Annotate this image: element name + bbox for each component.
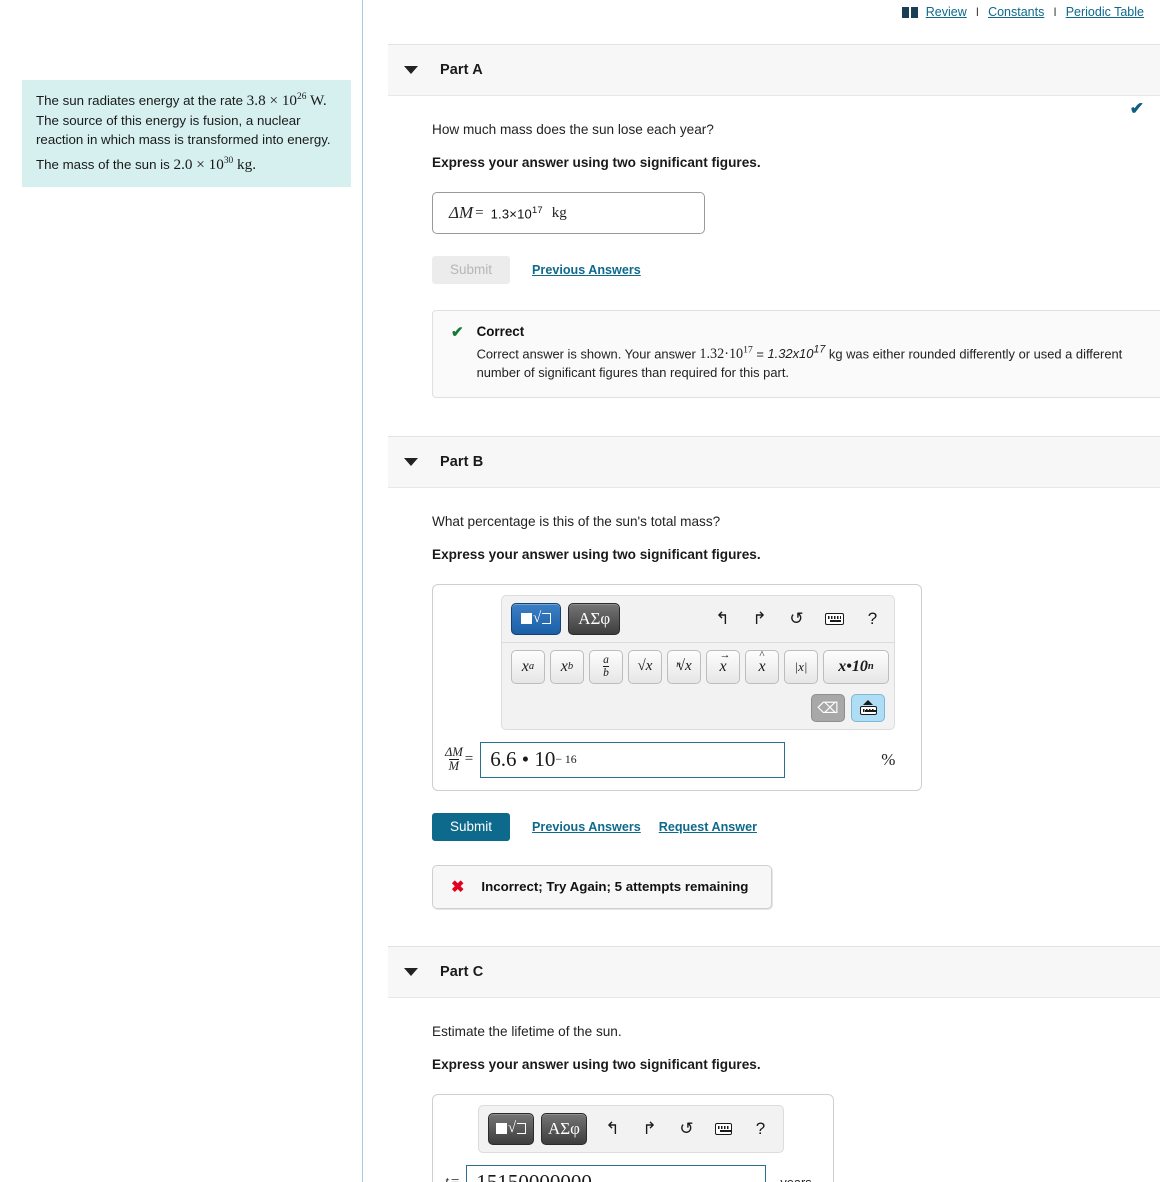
part-c-answer-input[interactable]: 15150000000 xyxy=(466,1164,767,1182)
part-b-answer-label: ΔM M xyxy=(445,744,463,774)
problem-line-1-text: The sun radiates energy at the rate xyxy=(36,93,247,109)
part-b-submit-row: Submit Previous Answers Request Answer xyxy=(432,812,1160,841)
feedback-math-2: 1.32x1017 xyxy=(767,344,826,362)
part-c-unit: years xyxy=(780,1175,811,1182)
backspace-icon[interactable]: ⌫ xyxy=(811,693,845,722)
part-c-math-toolbar: √ ΑΣφ ↰ ↱ ↺ ? xyxy=(478,1104,784,1153)
greek-symbols-button[interactable]: ΑΣφ xyxy=(541,1112,587,1145)
part-c-answer-label: t xyxy=(445,1175,449,1182)
part-c-title: Part C xyxy=(440,963,484,980)
part-b-body: What percentage is this of the sun's tot… xyxy=(388,488,1160,909)
part-c-instruction: Express your answer using two significan… xyxy=(432,1056,761,1072)
part-b-question: What percentage is this of the sun's tot… xyxy=(432,513,721,529)
part-c-equals: = xyxy=(451,1174,459,1182)
part-a-instruction: Express your answer using two significan… xyxy=(432,155,761,170)
part-b-feedback-text: Incorrect; Try Again; 5 attempts remaini… xyxy=(481,879,749,895)
part-b-answer-input[interactable]: 6.6 • 10− 16 xyxy=(480,741,786,778)
math-mode-button[interactable]: √ xyxy=(511,602,562,635)
square-root-button[interactable]: √x xyxy=(628,649,662,684)
part-a-feedback-body: Correct answer is shown. Your answer 1.3… xyxy=(476,344,1123,381)
part-b-toolbar-row-1: √ ΑΣφ ↰ ↱ ↺ ? xyxy=(502,596,894,643)
part-b-previous-answers-link[interactable]: Previous Answers xyxy=(532,820,641,834)
power-button[interactable]: xa xyxy=(511,649,545,684)
part-b-incorrect-feedback: ✖ Incorrect; Try Again; 5 attempts remai… xyxy=(432,864,772,909)
keyboard-toggle-icon[interactable] xyxy=(851,693,885,722)
problem-line-2: The source of this energy is fusion, a n… xyxy=(36,113,301,129)
part-c-header[interactable]: Part C xyxy=(388,945,1160,998)
part-b-toolbar-row-3: ⌫ xyxy=(502,691,894,729)
subscript-button[interactable]: xb xyxy=(550,649,584,684)
part-a-complete-check-icon: ✔ xyxy=(1129,99,1144,118)
vector-button[interactable]: → x xyxy=(706,649,740,684)
part-a-answer-unit: kg xyxy=(551,204,567,221)
problem-line-4-text: The mass of the sun is xyxy=(36,156,174,172)
absolute-value-button[interactable]: |x| xyxy=(784,649,818,684)
fraction-button[interactable]: ab xyxy=(589,649,623,684)
part-a-equals: = xyxy=(475,204,484,221)
part-a-submit-button[interactable]: Submit xyxy=(432,256,511,284)
part-a-previous-answers-link[interactable]: Previous Answers xyxy=(532,263,641,277)
undo-icon[interactable]: ↰ xyxy=(714,609,731,629)
feedback-math-1: 1.32·1017 xyxy=(699,344,753,363)
keyboard-icon[interactable] xyxy=(825,612,844,625)
part-b-toolbar-row-2: xa xb ab √x n √x → x ^ x |x| x•10 n xyxy=(502,643,894,691)
help-icon[interactable]: ? xyxy=(864,609,881,629)
part-b-equals: = xyxy=(464,751,474,768)
problem-line-3: reaction in which mass is transformed in… xyxy=(36,131,331,147)
problem-mass-value: 2.0 × 1030 kg. xyxy=(173,155,256,173)
reset-icon[interactable]: ↺ xyxy=(788,609,805,629)
unit-vector-button[interactable]: ^ x xyxy=(745,649,779,684)
reset-icon[interactable]: ↺ xyxy=(678,1119,695,1139)
redo-icon[interactable]: ↱ xyxy=(751,609,768,629)
part-b-unit: % xyxy=(881,749,896,769)
part-b-title: Part B xyxy=(440,453,484,470)
part-a-question: How much mass does the sun lose each yea… xyxy=(432,122,714,137)
part-c-body: Estimate the lifetime of the sun. Expres… xyxy=(388,998,1160,1182)
part-b-answer-panel: √ ΑΣφ ↰ ↱ ↺ ? xa xb ab √x n √x → x ^ x |… xyxy=(432,583,922,791)
problem-page: Review I Constants I Periodic Table The … xyxy=(0,0,1160,1182)
collapse-caret-icon[interactable] xyxy=(404,66,418,74)
math-mode-button[interactable]: √ xyxy=(488,1112,534,1145)
part-b-submit-button[interactable]: Submit xyxy=(432,812,511,841)
part-b-header[interactable]: Part B xyxy=(388,435,1160,488)
collapse-caret-icon[interactable] xyxy=(404,457,418,466)
part-a-correct-feedback: ✔ Correct Correct answer is shown. Your … xyxy=(432,310,1160,398)
keyboard-icon[interactable] xyxy=(715,1122,732,1135)
part-b-instruction: Express your answer using two significan… xyxy=(432,546,761,562)
part-a-header[interactable]: Part A ✔ xyxy=(388,44,1160,117)
collapse-caret-icon[interactable] xyxy=(404,967,418,976)
nth-root-button[interactable]: n √x xyxy=(667,649,701,684)
problem-line-1: The sun radiates energy at the rate 3.8 … xyxy=(36,91,337,111)
x-mark-icon: ✖ xyxy=(451,878,465,896)
parts-column: Part A ✔ How much mass does the sun lose… xyxy=(388,0,1160,1182)
part-c-answer-line: t = 15150000000 years xyxy=(445,1164,821,1182)
part-a-feedback-title: Correct xyxy=(476,324,525,339)
part-b-request-answer-link[interactable]: Request Answer xyxy=(659,820,757,834)
part-b-math-toolbar: √ ΑΣφ ↰ ↱ ↺ ? xa xb ab √x n √x → x ^ x |… xyxy=(501,594,895,730)
help-icon[interactable]: ? xyxy=(752,1119,769,1139)
part-c-answer-panel: √ ΑΣφ ↰ ↱ ↺ ? t = 15150000000 years xyxy=(432,1093,834,1182)
scientific-notation-button[interactable]: x•10 n xyxy=(823,649,889,684)
part-a-answer-label: ΔM xyxy=(449,203,474,222)
part-a-submit-row: Submit Previous Answers xyxy=(432,256,1160,284)
check-icon: ✔ xyxy=(451,324,464,341)
part-c-toolbar-row-1: √ ΑΣφ ↰ ↱ ↺ ? xyxy=(479,1106,783,1152)
problem-statement: The sun radiates energy at the rate 3.8 … xyxy=(22,80,351,187)
part-c-question: Estimate the lifetime of the sun. xyxy=(432,1023,622,1039)
column-divider xyxy=(362,0,363,1182)
redo-icon[interactable]: ↱ xyxy=(641,1119,658,1139)
part-a-answer-value: 1.3×1017 xyxy=(490,204,543,222)
undo-icon[interactable]: ↰ xyxy=(604,1119,621,1139)
part-a-body: How much mass does the sun lose each yea… xyxy=(388,96,1160,398)
part-b-answer-line: ΔM M = 6.6 • 10− 16 % xyxy=(445,741,909,778)
problem-rate-value: 3.8 × 1026 W. xyxy=(246,92,327,110)
problem-line-4: The mass of the sun is 2.0 × 1030 kg. xyxy=(36,155,337,175)
part-a-answer-field[interactable]: ΔM = 1.3×1017 kg xyxy=(432,192,705,234)
part-a-title: Part A xyxy=(440,62,483,78)
greek-symbols-button[interactable]: ΑΣφ xyxy=(568,602,621,635)
